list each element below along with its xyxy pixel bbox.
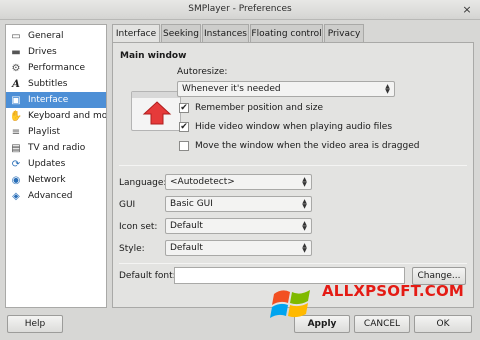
style-select[interactable]: Default ▲ ▼ [165,240,312,256]
updates-icon: ⟳ [11,158,21,170]
language-select[interactable]: <Autodetect> ▲ ▼ [165,174,312,190]
hide-video-label: Hide video window when playing audio fil… [195,122,393,132]
cancel-button[interactable]: CANCEL [354,315,410,333]
windows-logo-icon [270,290,310,318]
sidebar-item-tv-radio[interactable]: ▤ TV and radio [6,140,106,156]
remember-position-checkbox[interactable]: ✔ Remember position and size [179,103,323,113]
style-label: Style: [119,244,145,254]
sidebar-item-network[interactable]: ◉ Network [6,172,106,188]
general-icon: ▭ [11,30,21,42]
remember-position-label: Remember position and size [195,103,324,113]
sidebar-item-label: General [28,31,64,41]
icon-set-value: Default [170,221,203,231]
autoresize-label: Autoresize: [177,67,228,77]
playlist-icon: ≡ [11,126,21,138]
sidebar-item-label: Drives [28,47,57,57]
combo-arrows-icon: ▲ ▼ [302,242,307,254]
gui-select[interactable]: Basic GUI ▲ ▼ [165,196,312,212]
combo-arrows-icon: ▲ ▼ [302,198,307,210]
checkbox-box: ✔ [179,103,189,113]
advanced-icon: ◈ [12,190,20,202]
subtitles-icon: A [12,78,20,90]
sidebar-item-updates[interactable]: ⟳ Updates [6,156,106,172]
sidebar-item-label: Subtitles [28,79,68,89]
sidebar-item-label: TV and radio [28,143,86,153]
sidebar-item-label: Advanced [28,191,73,201]
gui-value: Basic GUI [170,199,213,209]
autoresize-select[interactable]: Whenever it's needed ▲ ▼ [177,81,395,97]
tab-seeking[interactable]: Seeking [161,24,201,42]
gui-label: GUI [119,200,136,210]
sidebar-item-subtitles[interactable]: A Subtitles [6,76,106,92]
interface-icon: ▣ [11,94,21,106]
hide-video-checkbox[interactable]: ✔ Hide video window when playing audio f… [179,122,392,132]
checkbox-box [179,141,189,151]
sidebar-item-label: Performance [28,63,86,73]
move-window-label: Move the window when the video area is d… [195,141,420,151]
window-icon [131,91,181,131]
sidebar-item-keyboard[interactable]: ✋ Keyboard and mous [6,108,106,124]
default-font-label: Default font: [119,271,176,281]
tab-floating-control[interactable]: Floating control [250,24,323,42]
sidebar-item-label: Network [28,175,66,185]
style-value: Default [170,243,203,253]
sidebar-item-general[interactable]: ▭ General [6,28,106,44]
tab-instances[interactable]: Instances [202,24,249,42]
sidebar-item-label: Updates [28,159,66,169]
icon-set-label: Icon set: [119,222,158,232]
tab-interface[interactable]: Interface [112,24,160,43]
help-button[interactable]: Help [7,315,63,333]
combo-arrows-icon: ▲ ▼ [302,176,307,188]
combo-arrows-icon: ▲ ▼ [385,83,390,95]
close-icon[interactable]: × [460,3,474,17]
sidebar: ▭ General ▬ Drives ⚙ Performance A Subti… [5,24,107,308]
performance-icon: ⚙ [11,62,21,74]
window-title: SMPlayer - Preferences [188,4,292,14]
drive-icon: ▬ [11,46,21,58]
separator [119,263,467,264]
combo-arrows-icon: ▲ ▼ [302,220,307,232]
network-icon: ◉ [11,174,21,186]
sidebar-item-label: Keyboard and mous [28,111,107,121]
keyboard-icon: ✋ [9,110,23,122]
language-label: Language: [119,178,167,188]
interface-panel: Main window Autoresize: Whenever it's ne… [112,42,474,308]
sidebar-item-label: Interface [28,95,69,105]
title-bar: SMPlayer - Preferences × [0,0,480,20]
sidebar-item-advanced[interactable]: ◈ Advanced [6,188,106,204]
tab-privacy[interactable]: Privacy [324,24,364,42]
autoresize-value: Whenever it's needed [182,84,281,94]
sidebar-item-playlist[interactable]: ≡ Playlist [6,124,106,140]
language-value: <Autodetect> [170,177,235,187]
move-window-checkbox[interactable]: Move the window when the video area is d… [179,141,419,151]
sidebar-item-drives[interactable]: ▬ Drives [6,44,106,60]
icon-set-select[interactable]: Default ▲ ▼ [165,218,312,234]
checkbox-box: ✔ [179,122,189,132]
ok-button[interactable]: OK [414,315,472,333]
main-window-group-title: Main window [120,51,187,61]
tv-icon: ▤ [11,142,21,154]
sidebar-item-label: Playlist [28,127,60,137]
watermark-text: ALLXPSOFT.COM [322,282,465,300]
separator [119,165,467,166]
sidebar-item-interface[interactable]: ▣ Interface [6,92,106,108]
sidebar-item-performance[interactable]: ⚙ Performance [6,60,106,76]
